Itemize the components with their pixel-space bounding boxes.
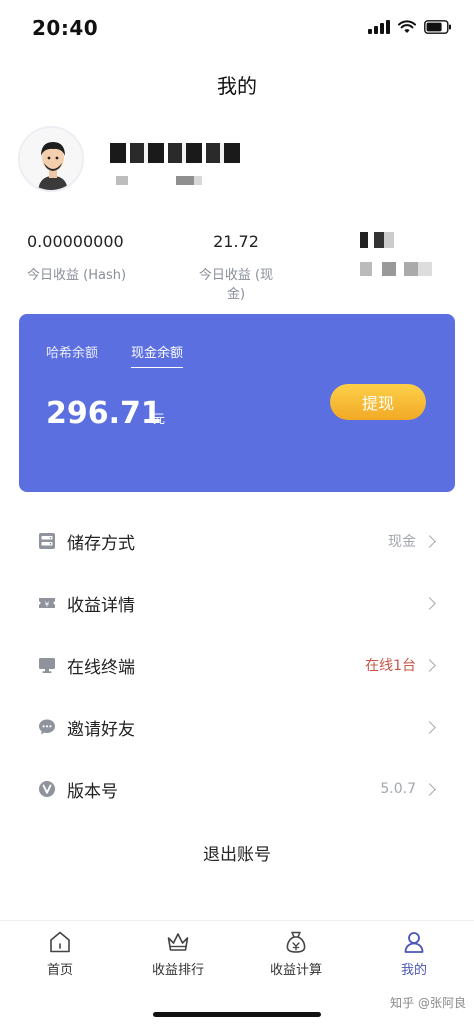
money-bag-icon [286,931,306,953]
status-icons [368,20,452,34]
menu-item-storage[interactable]: 储存方式 现金 [0,510,474,572]
page-title: 我的 [217,74,257,98]
wifi-icon [398,20,416,33]
menu-label: 储存方式 [67,533,135,554]
cellular-signal-icon [368,20,390,34]
chevron-right-icon [423,596,436,610]
stat-today-cash: 21.72 今日收益 (现金) [190,232,282,302]
stat-redacted [360,232,432,276]
menu-label: 收益详情 [67,595,135,616]
balance-card: 哈希余额 现金余额 296.71 元 提现 [19,314,455,492]
withdraw-button[interactable]: 提现 [330,384,426,420]
tab-mine[interactable]: 我的 [354,929,474,978]
home-indicator [153,1012,321,1017]
menu-label: 版本号 [67,781,118,802]
menu-value: 在线1台 [365,658,416,674]
crown-icon [167,933,189,951]
stat-today-hash: 0.00000000 今日收益 (Hash) [27,232,126,283]
menu-item-earnings-detail[interactable]: ¥ 收益详情 [0,572,474,634]
logout-button[interactable]: 退出账号 [0,840,474,865]
tab-label: 我的 [400,963,427,978]
ticket-icon: ¥ [39,598,55,609]
tab-earnings-ranking[interactable]: 收益排行 [118,929,238,978]
person-icon [404,932,424,953]
svg-text:¥: ¥ [45,601,50,609]
tab-cash-balance[interactable]: 现金余额 [131,342,184,368]
status-time: 20:40 [32,16,99,40]
menu-label: 在线终端 [67,657,135,678]
tab-home[interactable]: 首页 [0,929,120,978]
stat-value: 21.72 [213,232,259,251]
chevron-right-icon [423,658,436,672]
tab-hash-balance[interactable]: 哈希余额 [46,342,98,361]
version-icon [39,781,55,797]
chat-bubble-icon [39,719,55,735]
menu-value: 5.0.7 [380,781,416,797]
stat-label: 今日收益 (现金) [198,268,274,302]
user-id-redacted [116,176,202,185]
balance-currency: 元 [153,412,166,426]
storage-icon [39,533,55,549]
monitor-icon [39,658,55,673]
username-redacted [110,143,240,163]
avatar[interactable] [18,126,84,192]
tab-label: 收益计算 [269,963,322,978]
tab-earnings-calculator[interactable]: 收益计算 [236,929,356,978]
home-icon [50,931,70,953]
menu-item-online-terminals[interactable]: 在线终端 在线1台 [0,634,474,696]
chevron-right-icon [423,534,436,548]
balance-amount: 296.71 [46,396,162,431]
menu-value: 现金 [388,534,416,550]
tab-label: 首页 [46,963,73,978]
chevron-right-icon [423,720,436,734]
menu-item-invite-friends[interactable]: 邀请好友 [0,696,474,758]
tab-label: 收益排行 [151,963,204,978]
watermark: 知乎 @张阿良 [390,996,466,1010]
chevron-right-icon [423,782,436,796]
bottom-tab-bar: 首页 收益排行 收益计算 我的 [0,920,474,986]
status-bar: 20:40 [0,0,474,58]
menu-label: 邀请好友 [67,719,135,740]
stat-value: 0.00000000 [27,232,124,251]
battery-icon [424,20,451,34]
stat-value-redacted [360,232,394,248]
stat-label-redacted [360,262,432,276]
stat-label: 今日收益 (Hash) [27,268,127,283]
avatar-illustration [20,128,82,190]
menu-item-version[interactable]: 版本号 5.0.7 [0,758,474,820]
